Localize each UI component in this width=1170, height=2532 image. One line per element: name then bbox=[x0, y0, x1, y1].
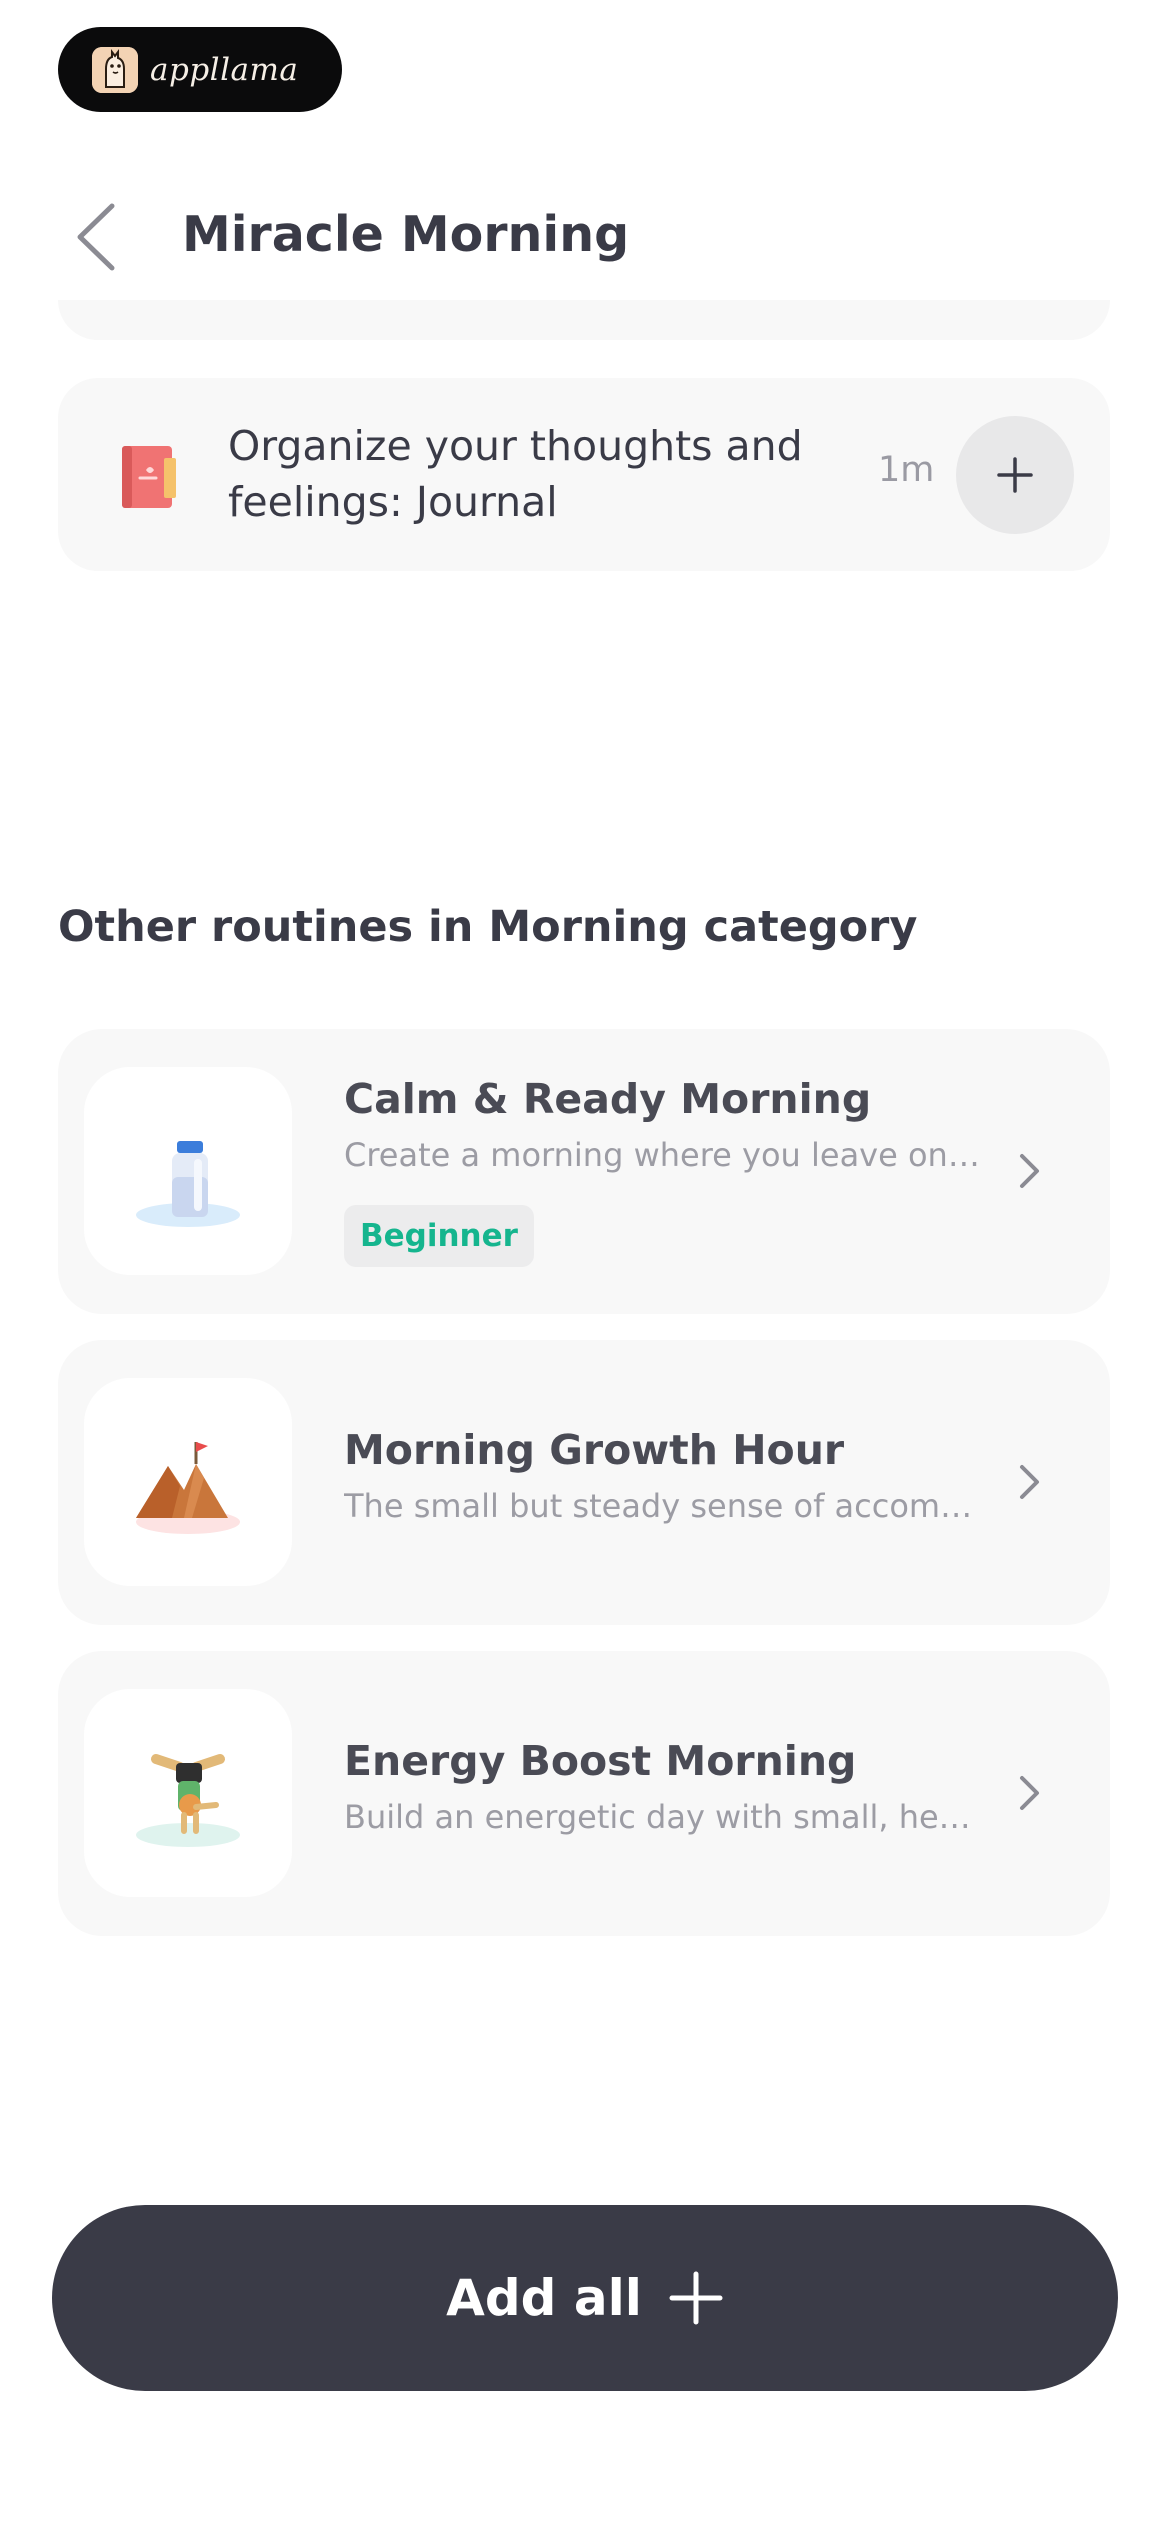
routine-name: Morning Growth Hour bbox=[344, 1426, 845, 1474]
routine-card-energy-boost[interactable]: Energy Boost Morning Build an energetic … bbox=[58, 1651, 1110, 1936]
routine-description: Build an energetic day with small, healt… bbox=[344, 1798, 984, 1836]
llama-logo-icon bbox=[92, 46, 138, 93]
chevron-left-icon bbox=[77, 203, 115, 271]
back-button[interactable] bbox=[62, 202, 132, 272]
task-title: Organize your thoughts and feelings: Jou… bbox=[228, 422, 803, 526]
task-duration: 1m bbox=[878, 450, 935, 490]
previous-task-card-edge bbox=[58, 300, 1110, 340]
handstand-person-icon bbox=[84, 1689, 292, 1897]
routine-card-calm-ready[interactable]: Calm & Ready Morning Create a morning wh… bbox=[58, 1029, 1110, 1314]
routine-card-growth-hour[interactable]: Morning Growth Hour The small but steady… bbox=[58, 1340, 1110, 1625]
water-bottle-icon bbox=[84, 1067, 292, 1275]
brand-name: appllama bbox=[150, 51, 299, 88]
routine-name: Energy Boost Morning bbox=[344, 1737, 857, 1785]
chevron-right-icon bbox=[1010, 1773, 1050, 1813]
routine-description: The small but steady sense of accomplish… bbox=[344, 1487, 984, 1525]
page-title: Miracle Morning bbox=[182, 206, 630, 263]
task-row-journal[interactable]: Organize your thoughts and feelings: Jou… bbox=[58, 378, 1110, 571]
add-all-button[interactable]: Add all bbox=[52, 2205, 1118, 2391]
page-header: Miracle Morning bbox=[0, 180, 1170, 290]
plus-icon bbox=[997, 457, 1033, 493]
chevron-right-icon bbox=[1010, 1151, 1050, 1191]
routine-detail-screen: appllama Miracle Morning Organize your t… bbox=[0, 0, 1170, 2532]
add-all-label: Add all bbox=[446, 2269, 642, 2327]
difficulty-badge: Beginner bbox=[344, 1205, 534, 1267]
chevron-right-icon bbox=[1010, 1462, 1050, 1502]
add-task-button[interactable] bbox=[956, 416, 1074, 534]
brand-badge: appllama bbox=[58, 27, 342, 112]
routine-description: Create a morning where you leave on time… bbox=[344, 1136, 984, 1174]
plus-icon bbox=[669, 2271, 723, 2325]
section-title: Other routines in Morning category bbox=[58, 902, 918, 952]
mountain-flag-icon bbox=[84, 1378, 292, 1586]
routine-name: Calm & Ready Morning bbox=[344, 1075, 872, 1123]
journal-book-icon bbox=[116, 444, 178, 510]
